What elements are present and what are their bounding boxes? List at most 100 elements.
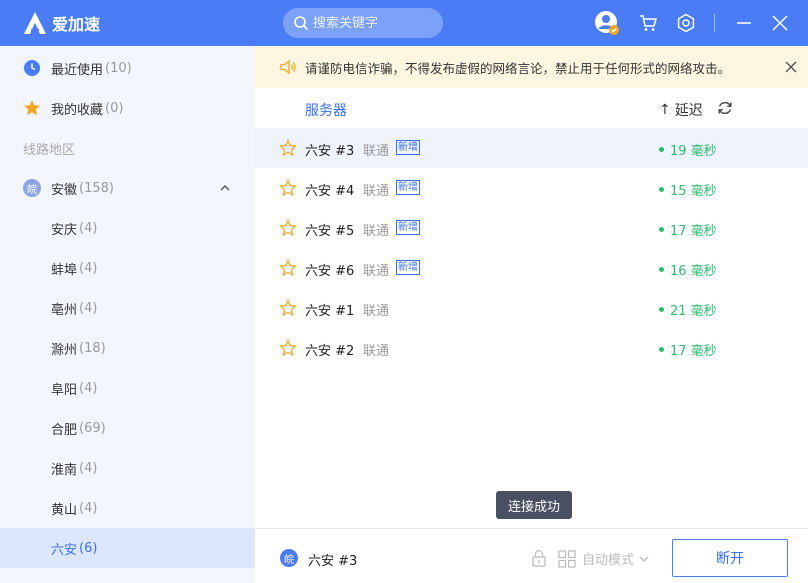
- sidebar-item-count: (6): [79, 540, 98, 556]
- search-input[interactable]: [313, 15, 433, 31]
- sidebar-item-city[interactable]: 合肥 (69): [0, 408, 255, 448]
- sidebar-item-city[interactable]: 六安 (6): [0, 528, 255, 568]
- minimize-icon: [737, 22, 751, 24]
- sidebar-item-count: (18): [79, 340, 106, 356]
- column-server[interactable]: 服务器: [305, 100, 347, 120]
- sidebar-item-label: 亳州: [51, 302, 78, 318]
- server-name: 六安 #3: [305, 144, 355, 159]
- sidebar-item-count: (4): [79, 300, 98, 316]
- server-name: 六安 #6: [305, 264, 355, 279]
- sidebar-item-recent[interactable]: 最近使用 (10): [0, 48, 255, 88]
- sidebar-item-label: 合肥: [51, 422, 78, 438]
- connected-server-name: 六安 #3: [308, 554, 358, 569]
- sidebar-item-city[interactable]: 亳州 (4): [0, 288, 255, 328]
- sidebar-item-city[interactable]: 蚌埠 (4): [0, 248, 255, 288]
- sidebar-item-city[interactable]: 淮南 (4): [0, 448, 255, 488]
- cart-button[interactable]: [636, 11, 660, 35]
- avatar-button[interactable]: [594, 10, 620, 36]
- sidebar-item-count: (4): [79, 380, 98, 396]
- grid-icon: [558, 549, 576, 568]
- chevron-up-icon: [220, 185, 230, 191]
- main-panel: 请谨防电信诈骗，不得发布虚假的网络言论，禁止用于任何形式的网络攻击。 服务器 ↑…: [255, 46, 808, 528]
- sidebar-item-count: (69): [79, 420, 106, 436]
- lock-icon[interactable]: [531, 549, 547, 567]
- server-latency: 17 毫秒: [659, 220, 717, 239]
- mode-label: 自动模式: [582, 553, 635, 568]
- star-outline-icon[interactable]: [279, 339, 297, 357]
- notice-close-icon[interactable]: [784, 60, 798, 74]
- table-row[interactable]: 六安 #1 联通 21 毫秒: [255, 288, 808, 328]
- latency-value: 16 毫秒: [670, 264, 717, 279]
- close-button[interactable]: [768, 11, 792, 35]
- close-icon: [772, 15, 788, 31]
- table-row[interactable]: 六安 #6 联通 新增 16 毫秒: [255, 248, 808, 288]
- province-badge: 皖: [280, 549, 298, 567]
- server-latency: 21 毫秒: [659, 300, 717, 319]
- status-dot-icon: [659, 147, 664, 152]
- section-title: 线路地区: [23, 142, 76, 158]
- server-isp: 联通: [363, 184, 390, 199]
- server-name: 六安 #5: [305, 224, 355, 239]
- column-latency[interactable]: ↑ 延迟: [659, 100, 703, 120]
- server-latency: 17 毫秒: [659, 340, 717, 359]
- server-isp: 联通: [363, 264, 390, 279]
- server-isp: 联通: [363, 144, 390, 159]
- status-dot-icon: [659, 187, 664, 192]
- status-dot-icon: [659, 347, 664, 352]
- server-isp: 联通: [363, 304, 390, 319]
- sidebar-item-favorites[interactable]: 我的收藏 (0): [0, 88, 255, 128]
- sidebar-item-city[interactable]: 阜阳 (4): [0, 368, 255, 408]
- new-badge: 新增: [396, 260, 420, 275]
- mode-selector[interactable]: 自动模式: [558, 549, 656, 568]
- search-icon: [294, 16, 309, 31]
- sidebar-item-count: (158): [79, 180, 114, 196]
- sidebar-item-label: 最近使用: [51, 62, 104, 78]
- minimize-button[interactable]: [732, 11, 756, 35]
- sidebar-item-label: 安庆: [51, 222, 78, 238]
- sidebar-item-label: 我的收藏: [51, 102, 104, 118]
- server-latency: 16 毫秒: [659, 260, 717, 279]
- sidebar-item-count: (4): [79, 460, 98, 476]
- latency-value: 15 毫秒: [670, 184, 717, 199]
- disconnect-button[interactable]: 断开: [672, 539, 788, 577]
- column-latency-label: 延迟: [674, 103, 703, 119]
- app-name: 爱加速: [52, 15, 101, 34]
- star-outline-icon[interactable]: [279, 299, 297, 317]
- sidebar-item-province[interactable]: 皖 安徽 (158): [0, 168, 255, 208]
- star-filled-icon: [23, 99, 41, 117]
- chevron-down-icon: [639, 556, 649, 562]
- sidebar-item-count: (4): [79, 220, 98, 236]
- star-outline-icon[interactable]: [279, 179, 297, 197]
- logo-icon: [24, 12, 46, 34]
- new-badge: 新增: [396, 140, 420, 155]
- clock-icon: [23, 59, 41, 77]
- sidebar-item-count: (4): [79, 500, 98, 516]
- title-bar: 爱加速: [0, 0, 808, 46]
- gear-icon: [677, 13, 695, 33]
- table-row[interactable]: 六安 #2 联通 17 毫秒: [255, 328, 808, 368]
- notice-bar: 请谨防电信诈骗，不得发布虚假的网络言论，禁止用于任何形式的网络攻击。: [255, 46, 808, 88]
- new-badge: 新增: [396, 180, 420, 195]
- search-box[interactable]: [283, 8, 443, 38]
- star-outline-icon[interactable]: [279, 259, 297, 277]
- refresh-icon[interactable]: [717, 100, 733, 116]
- settings-button[interactable]: [674, 11, 698, 35]
- server-isp: 联通: [363, 344, 390, 359]
- star-outline-icon[interactable]: [279, 139, 297, 157]
- sidebar-item-city[interactable]: 安庆 (4): [0, 208, 255, 248]
- sidebar-item-label: 安徽: [51, 182, 78, 198]
- table-row[interactable]: 六安 #5 联通 新增 17 毫秒: [255, 208, 808, 248]
- sidebar-item-count: (10): [105, 60, 132, 76]
- status-bar: 皖 六安 #3 自动模式 断开: [255, 528, 808, 583]
- province-badge: 皖: [23, 179, 41, 197]
- sidebar-item-count: (0): [105, 100, 124, 116]
- server-name: 六安 #4: [305, 184, 355, 199]
- sidebar-item-city[interactable]: 滁州 (18): [0, 328, 255, 368]
- user-avatar-icon: [595, 11, 619, 35]
- star-outline-icon[interactable]: [279, 219, 297, 237]
- table-row[interactable]: 六安 #4 联通 新增 15 毫秒: [255, 168, 808, 208]
- table-row[interactable]: 六安 #3 联通 新增 19 毫秒: [255, 128, 808, 168]
- speaker-icon: [280, 59, 296, 75]
- table-header: 服务器 ↑ 延迟: [255, 88, 808, 128]
- sidebar-item-city[interactable]: 黄山 (4): [0, 488, 255, 528]
